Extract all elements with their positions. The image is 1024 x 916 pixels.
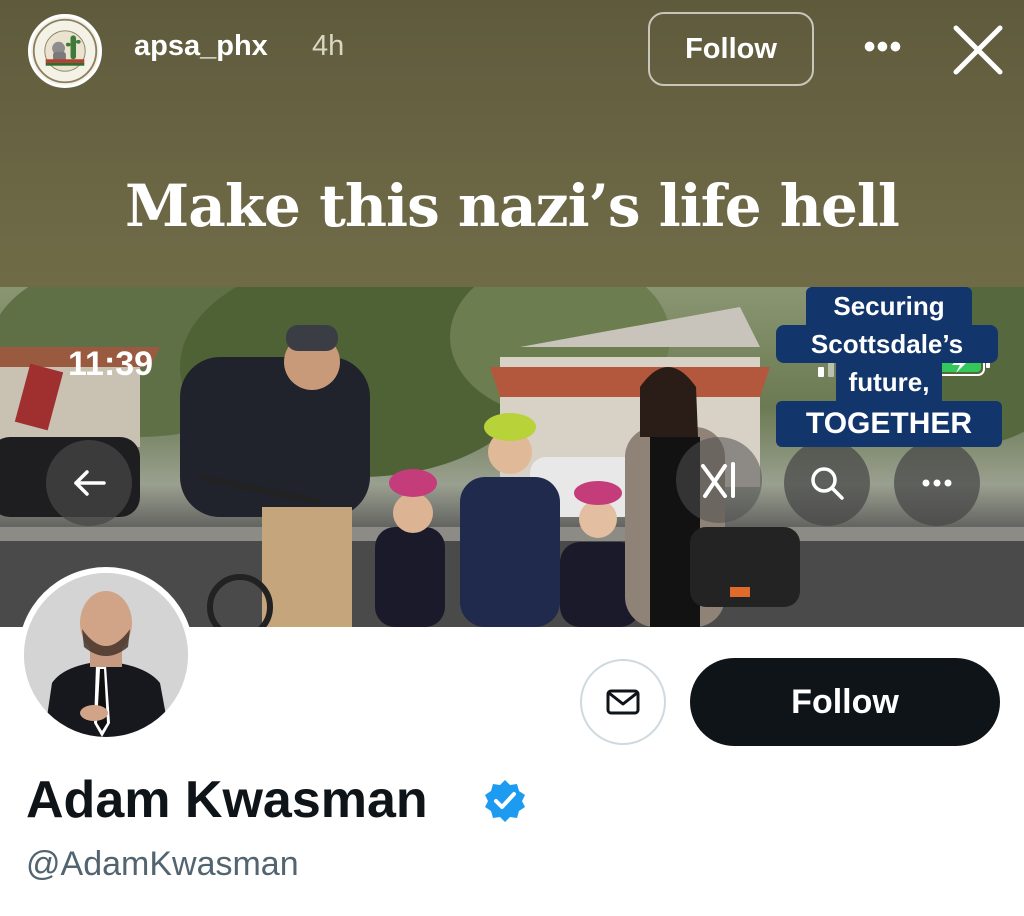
- search-icon: [811, 467, 844, 500]
- x-ai-icon: [701, 462, 735, 498]
- story-timestamp: 4h: [312, 30, 345, 62]
- story-header: apsa_phx 4h Follow ••• Make this nazi’s …: [0, 0, 1024, 287]
- story-more-icon[interactable]: •••: [860, 22, 906, 72]
- profile-avatar[interactable]: [18, 567, 194, 743]
- profile-name: Adam Kwasman: [26, 771, 428, 829]
- sign-line: Securing: [806, 287, 972, 325]
- search-button[interactable]: [784, 440, 870, 526]
- message-button[interactable]: [580, 659, 666, 745]
- profile-handle: @AdamKwasman: [26, 845, 299, 883]
- sign-line: future,: [836, 363, 942, 401]
- back-button[interactable]: [46, 440, 132, 526]
- organization-logo-icon: [32, 18, 98, 84]
- follow-button[interactable]: Follow: [690, 658, 1000, 746]
- more-icon: [922, 479, 952, 487]
- close-icon[interactable]: [948, 20, 1008, 80]
- status-time: 11:39: [68, 345, 154, 383]
- verified-badge-icon: [482, 778, 528, 824]
- campaign-sign: Securing Scottsdale’s future, TOGETHER: [776, 287, 1002, 449]
- avatar: [24, 573, 188, 737]
- story-caption: Make this nazi’s life hell: [125, 172, 900, 240]
- more-button[interactable]: [894, 440, 980, 526]
- story-avatar[interactable]: [28, 14, 102, 88]
- profile-banner: 11:39 Securing Scottsdale’s future, TOGE…: [0, 287, 1024, 627]
- story-username[interactable]: apsa_phx: [134, 30, 268, 63]
- story-follow-button[interactable]: Follow: [648, 12, 814, 86]
- sign-line: Scottsdale’s: [776, 325, 998, 363]
- back-arrow-icon: [74, 470, 106, 496]
- x-ai-button[interactable]: [676, 437, 762, 523]
- envelope-icon: [606, 689, 640, 715]
- sign-line: TOGETHER: [776, 401, 1002, 447]
